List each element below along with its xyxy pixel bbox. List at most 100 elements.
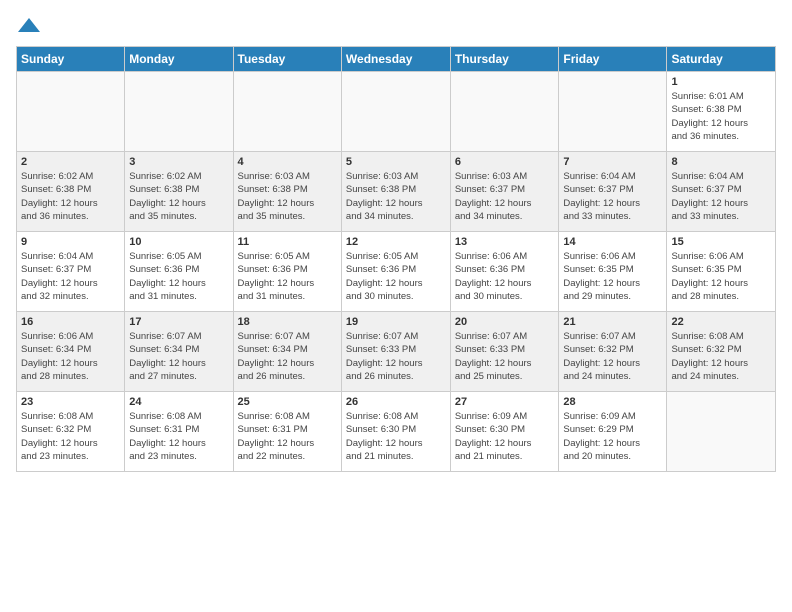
day-info: Sunrise: 6:05 AM Sunset: 6:36 PM Dayligh… — [346, 250, 446, 303]
day-number: 7 — [563, 156, 662, 168]
weekday-header-wednesday: Wednesday — [341, 47, 450, 72]
day-info: Sunrise: 6:08 AM Sunset: 6:32 PM Dayligh… — [21, 410, 120, 463]
calendar-cell: 9 Sunrise: 6:04 AM Sunset: 6:37 PM Daylig… — [17, 232, 125, 312]
day-number: 28 — [563, 396, 662, 408]
day-number: 2 — [21, 156, 120, 168]
calendar-cell — [450, 72, 559, 152]
day-info: Sunrise: 6:08 AM Sunset: 6:31 PM Dayligh… — [129, 410, 228, 463]
calendar-cell: 5 Sunrise: 6:03 AM Sunset: 6:38 PM Daylig… — [341, 152, 450, 232]
day-number: 25 — [238, 396, 337, 408]
calendar-cell: 28 Sunrise: 6:09 AM Sunset: 6:29 PM Dayli… — [559, 392, 667, 472]
day-number: 8 — [671, 156, 771, 168]
weekday-header-saturday: Saturday — [667, 47, 776, 72]
day-number: 27 — [455, 396, 555, 408]
day-info: Sunrise: 6:07 AM Sunset: 6:32 PM Dayligh… — [563, 330, 662, 383]
calendar-cell: 13 Sunrise: 6:06 AM Sunset: 6:36 PM Dayli… — [450, 232, 559, 312]
day-info: Sunrise: 6:04 AM Sunset: 6:37 PM Dayligh… — [563, 170, 662, 223]
day-info: Sunrise: 6:04 AM Sunset: 6:37 PM Dayligh… — [21, 250, 120, 303]
day-number: 15 — [671, 236, 771, 248]
calendar-cell: 15 Sunrise: 6:06 AM Sunset: 6:35 PM Dayli… — [667, 232, 776, 312]
day-number: 18 — [238, 316, 337, 328]
calendar-cell: 25 Sunrise: 6:08 AM Sunset: 6:31 PM Dayli… — [233, 392, 341, 472]
day-number: 21 — [563, 316, 662, 328]
day-number: 1 — [671, 76, 771, 88]
calendar-cell: 12 Sunrise: 6:05 AM Sunset: 6:36 PM Dayli… — [341, 232, 450, 312]
calendar-cell: 27 Sunrise: 6:09 AM Sunset: 6:30 PM Dayli… — [450, 392, 559, 472]
calendar-cell: 21 Sunrise: 6:07 AM Sunset: 6:32 PM Dayli… — [559, 312, 667, 392]
calendar-cell — [125, 72, 233, 152]
day-number: 20 — [455, 316, 555, 328]
calendar-cell: 7 Sunrise: 6:04 AM Sunset: 6:37 PM Daylig… — [559, 152, 667, 232]
day-number: 10 — [129, 236, 228, 248]
weekday-header-thursday: Thursday — [450, 47, 559, 72]
weekday-header-monday: Monday — [125, 47, 233, 72]
day-info: Sunrise: 6:04 AM Sunset: 6:37 PM Dayligh… — [671, 170, 771, 223]
day-info: Sunrise: 6:05 AM Sunset: 6:36 PM Dayligh… — [238, 250, 337, 303]
day-number: 4 — [238, 156, 337, 168]
day-number: 26 — [346, 396, 446, 408]
day-info: Sunrise: 6:07 AM Sunset: 6:33 PM Dayligh… — [455, 330, 555, 383]
day-number: 3 — [129, 156, 228, 168]
day-info: Sunrise: 6:09 AM Sunset: 6:29 PM Dayligh… — [563, 410, 662, 463]
calendar-cell: 8 Sunrise: 6:04 AM Sunset: 6:37 PM Daylig… — [667, 152, 776, 232]
day-info: Sunrise: 6:08 AM Sunset: 6:32 PM Dayligh… — [671, 330, 771, 383]
calendar-cell — [17, 72, 125, 152]
day-info: Sunrise: 6:02 AM Sunset: 6:38 PM Dayligh… — [129, 170, 228, 223]
day-number: 12 — [346, 236, 446, 248]
logo — [16, 16, 40, 34]
day-number: 13 — [455, 236, 555, 248]
calendar-cell: 22 Sunrise: 6:08 AM Sunset: 6:32 PM Dayli… — [667, 312, 776, 392]
day-number: 11 — [238, 236, 337, 248]
weekday-header-tuesday: Tuesday — [233, 47, 341, 72]
calendar-cell: 20 Sunrise: 6:07 AM Sunset: 6:33 PM Dayli… — [450, 312, 559, 392]
day-number: 6 — [455, 156, 555, 168]
calendar-table: SundayMondayTuesdayWednesdayThursdayFrid… — [16, 46, 776, 472]
day-info: Sunrise: 6:09 AM Sunset: 6:30 PM Dayligh… — [455, 410, 555, 463]
day-info: Sunrise: 6:03 AM Sunset: 6:38 PM Dayligh… — [346, 170, 446, 223]
calendar-cell — [233, 72, 341, 152]
day-number: 24 — [129, 396, 228, 408]
calendar-cell: 11 Sunrise: 6:05 AM Sunset: 6:36 PM Dayli… — [233, 232, 341, 312]
day-number: 16 — [21, 316, 120, 328]
calendar-cell: 26 Sunrise: 6:08 AM Sunset: 6:30 PM Dayli… — [341, 392, 450, 472]
calendar-cell: 10 Sunrise: 6:05 AM Sunset: 6:36 PM Dayli… — [125, 232, 233, 312]
calendar-cell: 3 Sunrise: 6:02 AM Sunset: 6:38 PM Daylig… — [125, 152, 233, 232]
calendar-cell: 19 Sunrise: 6:07 AM Sunset: 6:33 PM Dayli… — [341, 312, 450, 392]
day-info: Sunrise: 6:05 AM Sunset: 6:36 PM Dayligh… — [129, 250, 228, 303]
logo-icon — [18, 16, 40, 34]
calendar-cell: 24 Sunrise: 6:08 AM Sunset: 6:31 PM Dayli… — [125, 392, 233, 472]
day-number: 14 — [563, 236, 662, 248]
day-number: 19 — [346, 316, 446, 328]
calendar-cell: 17 Sunrise: 6:07 AM Sunset: 6:34 PM Dayli… — [125, 312, 233, 392]
day-info: Sunrise: 6:06 AM Sunset: 6:35 PM Dayligh… — [671, 250, 771, 303]
weekday-header-friday: Friday — [559, 47, 667, 72]
day-info: Sunrise: 6:08 AM Sunset: 6:31 PM Dayligh… — [238, 410, 337, 463]
calendar-cell: 23 Sunrise: 6:08 AM Sunset: 6:32 PM Dayli… — [17, 392, 125, 472]
day-info: Sunrise: 6:06 AM Sunset: 6:36 PM Dayligh… — [455, 250, 555, 303]
calendar-cell — [341, 72, 450, 152]
weekday-header-sunday: Sunday — [17, 47, 125, 72]
day-number: 23 — [21, 396, 120, 408]
day-info: Sunrise: 6:06 AM Sunset: 6:34 PM Dayligh… — [21, 330, 120, 383]
day-number: 22 — [671, 316, 771, 328]
calendar-cell: 6 Sunrise: 6:03 AM Sunset: 6:37 PM Daylig… — [450, 152, 559, 232]
day-info: Sunrise: 6:02 AM Sunset: 6:38 PM Dayligh… — [21, 170, 120, 223]
day-info: Sunrise: 6:03 AM Sunset: 6:38 PM Dayligh… — [238, 170, 337, 223]
day-info: Sunrise: 6:07 AM Sunset: 6:34 PM Dayligh… — [238, 330, 337, 383]
day-info: Sunrise: 6:07 AM Sunset: 6:33 PM Dayligh… — [346, 330, 446, 383]
calendar-cell: 16 Sunrise: 6:06 AM Sunset: 6:34 PM Dayli… — [17, 312, 125, 392]
day-number: 9 — [21, 236, 120, 248]
day-info: Sunrise: 6:06 AM Sunset: 6:35 PM Dayligh… — [563, 250, 662, 303]
calendar-cell: 1Sunrise: 6:01 AM Sunset: 6:38 PM Daylig… — [667, 72, 776, 152]
day-info: Sunrise: 6:08 AM Sunset: 6:30 PM Dayligh… — [346, 410, 446, 463]
calendar-cell: 18 Sunrise: 6:07 AM Sunset: 6:34 PM Dayli… — [233, 312, 341, 392]
calendar-cell: 4 Sunrise: 6:03 AM Sunset: 6:38 PM Daylig… — [233, 152, 341, 232]
day-number: 5 — [346, 156, 446, 168]
day-info: Sunrise: 6:03 AM Sunset: 6:37 PM Dayligh… — [455, 170, 555, 223]
day-info: Sunrise: 6:07 AM Sunset: 6:34 PM Dayligh… — [129, 330, 228, 383]
calendar-cell — [667, 392, 776, 472]
calendar-cell: 2 Sunrise: 6:02 AM Sunset: 6:38 PM Daylig… — [17, 152, 125, 232]
calendar-cell: 14 Sunrise: 6:06 AM Sunset: 6:35 PM Dayli… — [559, 232, 667, 312]
calendar-cell — [559, 72, 667, 152]
day-number: 17 — [129, 316, 228, 328]
